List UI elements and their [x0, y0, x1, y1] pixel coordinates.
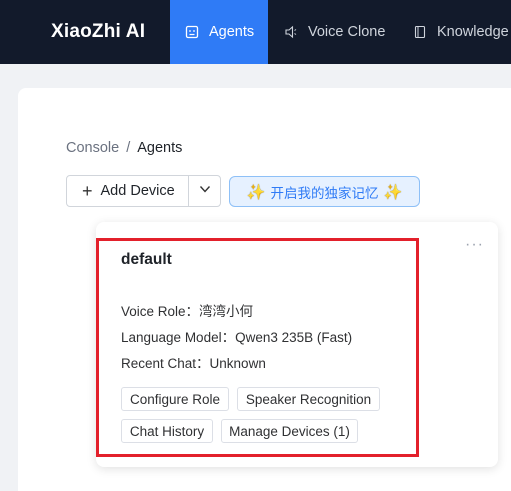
tab-voice-clone-label: Voice Clone	[308, 24, 386, 40]
brand-logo-text: XiaoZhi AI	[51, 21, 146, 42]
tab-agents[interactable]: Agents	[170, 0, 268, 64]
add-device-button[interactable]: + Add Device	[67, 176, 190, 206]
configure-role-button[interactable]: Configure Role	[121, 387, 229, 411]
tab-knowledge-base[interactable]: Knowledge B	[411, 0, 511, 64]
voice-role-info: Voice Role：湾湾小何	[121, 304, 254, 319]
manage-devices-button[interactable]: Manage Devices (1)	[221, 419, 358, 443]
top-navigation-bar: XiaoZhi AI Agents Voice Clone Knowledge	[0, 0, 511, 64]
tab-knowledge-base-label: Knowledge B	[437, 24, 511, 40]
sparkle-icon: ✨	[383, 183, 403, 201]
add-device-dropdown-button[interactable]	[189, 176, 220, 206]
breadcrumb-current: Agents	[137, 140, 183, 156]
speaker-icon	[284, 25, 298, 39]
sparkle-icon: ✨	[246, 183, 266, 201]
agent-name: default	[121, 251, 172, 268]
chat-history-button[interactable]: Chat History	[121, 419, 213, 443]
breadcrumb-console-link[interactable]: Console	[66, 140, 119, 156]
recent-chat-info: Recent Chat：Unknown	[121, 356, 266, 371]
tab-voice-clone[interactable]: Voice Clone	[282, 0, 385, 64]
add-device-button-group: + Add Device	[66, 175, 221, 207]
language-model-info: Language Model：Qwen3 235B (Fast)	[121, 330, 353, 345]
robot-icon	[185, 25, 199, 39]
enable-memory-label: 开启我的独家记忆	[270, 185, 379, 201]
plus-icon: +	[82, 181, 93, 201]
breadcrumb-separator: /	[126, 140, 131, 156]
more-options-icon[interactable]: ···	[465, 237, 484, 253]
book-icon	[413, 25, 427, 39]
tab-agents-label: Agents	[209, 24, 255, 40]
add-device-label: Add Device	[100, 183, 175, 199]
enable-memory-button[interactable]: ✨ 开启我的独家记忆 ✨	[229, 176, 420, 207]
speaker-recognition-button[interactable]: Speaker Recognition	[237, 387, 380, 411]
breadcrumb: Console / Agents	[66, 140, 182, 156]
chevron-down-icon	[198, 182, 212, 201]
